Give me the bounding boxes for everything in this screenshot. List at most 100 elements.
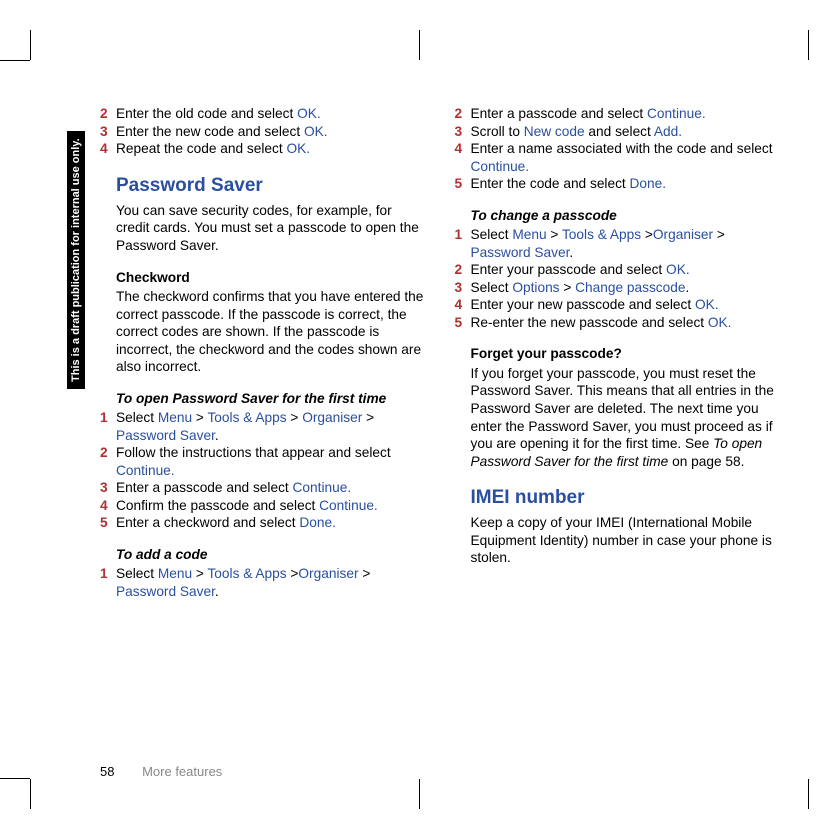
link-text: Done.: [630, 176, 667, 191]
step-number: 1: [100, 565, 116, 600]
crop-mark: [0, 60, 30, 61]
step-number: 2: [100, 444, 116, 479]
step-number: 2: [455, 105, 471, 123]
step-number: 4: [455, 140, 471, 175]
list-item: 1Select Menu > Tools & Apps > Organiser …: [100, 409, 425, 444]
link-text: Organiser: [298, 566, 358, 581]
list-item: 3Scroll to New code and select Add.: [455, 123, 780, 141]
list-item: 3Select Options > Change passcode.: [455, 279, 780, 297]
step-body: Select Menu > Tools & Apps >Organiser > …: [471, 226, 780, 261]
heading-checkword: Checkword: [100, 269, 425, 287]
step-number: 5: [455, 314, 471, 332]
step-body: Enter a checkword and select Done.: [116, 514, 425, 532]
link-text: Tools & Apps: [207, 566, 286, 581]
column-left: 2Enter the old code and select OK.3Enter…: [100, 105, 425, 749]
step-body: Enter the old code and select OK.: [116, 105, 425, 123]
link-text: Continue.: [319, 498, 378, 513]
page-number: 58: [100, 764, 138, 779]
link-text: Organiser: [302, 410, 362, 425]
step-body: Follow the instructions that appear and …: [116, 444, 425, 479]
list-item: 2Follow the instructions that appear and…: [100, 444, 425, 479]
page-footer: 58 More features: [100, 764, 222, 779]
list-item: 5Enter the code and select Done.: [455, 175, 780, 193]
step-body: Enter your new passcode and select OK.: [471, 296, 780, 314]
link-text: Change passcode: [575, 280, 685, 295]
list-item: 4Repeat the code and select OK.: [100, 140, 425, 158]
step-body: Enter the code and select Done.: [471, 175, 780, 193]
link-text: Password Saver: [471, 245, 570, 260]
list-item: 2Enter your passcode and select OK.: [455, 261, 780, 279]
step-body: Select Menu > Tools & Apps >Organiser > …: [116, 565, 425, 600]
link-text: Password Saver: [116, 584, 215, 599]
link-text: Add.: [654, 124, 682, 139]
step-body: Re-enter the new passcode and select OK.: [471, 314, 780, 332]
step-number: 1: [100, 409, 116, 444]
link-text: Tools & Apps: [207, 410, 286, 425]
step-number: 5: [455, 175, 471, 193]
link-text: OK.: [286, 141, 310, 156]
step-number: 4: [100, 497, 116, 515]
list-item: 5Enter a checkword and select Done.: [100, 514, 425, 532]
link-text: Done.: [299, 515, 336, 530]
link-text: Continue.: [471, 159, 530, 174]
step-number: 3: [455, 123, 471, 141]
crop-mark: [808, 30, 809, 60]
list-item: 1Select Menu > Tools & Apps >Organiser >…: [100, 565, 425, 600]
step-number: 3: [455, 279, 471, 297]
link-text: Continue.: [293, 480, 352, 495]
step-number: 2: [100, 105, 116, 123]
step-body: Enter a passcode and select Continue.: [471, 105, 780, 123]
step-body: Repeat the code and select OK.: [116, 140, 425, 158]
step-body: Select Options > Change passcode.: [471, 279, 780, 297]
link-text: Tools & Apps: [562, 227, 641, 242]
link-text: Menu: [158, 566, 192, 581]
link-text: Menu: [158, 410, 192, 425]
step-body: Confirm the passcode and select Continue…: [116, 497, 425, 515]
list-item: 4Enter a name associated with the code a…: [455, 140, 780, 175]
link-text: Continue.: [116, 463, 175, 478]
list-item: 5Re-enter the new passcode and select OK…: [455, 314, 780, 332]
list-item: 1Select Menu > Tools & Apps >Organiser >…: [455, 226, 780, 261]
crop-mark: [419, 30, 420, 60]
link-text: Password Saver: [116, 428, 215, 443]
draft-label: This is a draft publication for internal…: [67, 131, 85, 389]
heading-change-passcode: To change a passcode: [455, 207, 780, 225]
link-text: OK.: [695, 297, 719, 312]
list-item: 2Enter a passcode and select Continue.: [455, 105, 780, 123]
crop-mark: [30, 30, 31, 60]
section-name: More features: [142, 764, 222, 779]
link-text: OK.: [666, 262, 690, 277]
paragraph: Keep a copy of your IMEI (International …: [455, 514, 780, 567]
crop-mark: [419, 779, 420, 809]
paragraph: If you forget your passcode, you must re…: [455, 365, 780, 470]
step-number: 2: [455, 261, 471, 279]
step-body: Scroll to New code and select Add.: [471, 123, 780, 141]
link-text: Options: [512, 280, 559, 295]
crop-mark: [808, 779, 809, 809]
step-number: 3: [100, 123, 116, 141]
list-item: 3Enter the new code and select OK.: [100, 123, 425, 141]
heading-open-first: To open Password Saver for the first tim…: [100, 390, 425, 408]
step-number: 5: [100, 514, 116, 532]
step-body: Enter a name associated with the code an…: [471, 140, 780, 175]
step-body: Select Menu > Tools & Apps > Organiser >…: [116, 409, 425, 444]
link-text: OK.: [304, 124, 328, 139]
step-body: Enter a passcode and select Continue.: [116, 479, 425, 497]
step-number: 4: [100, 140, 116, 158]
list-item: 4Confirm the passcode and select Continu…: [100, 497, 425, 515]
step-body: Enter your passcode and select OK.: [471, 261, 780, 279]
link-text: Organiser: [653, 227, 713, 242]
crop-mark: [0, 778, 30, 779]
heading-forget-passcode: Forget your passcode?: [455, 345, 780, 363]
step-body: Enter the new code and select OK.: [116, 123, 425, 141]
link-text: OK.: [708, 315, 732, 330]
paragraph: You can save security codes, for example…: [100, 202, 425, 255]
heading-add-code: To add a code: [100, 546, 425, 564]
heading-imei: IMEI number: [455, 486, 780, 510]
link-text: OK.: [297, 106, 321, 121]
crop-mark: [30, 779, 31, 809]
heading-password-saver: Password Saver: [100, 174, 425, 198]
list-item: 4Enter your new passcode and select OK.: [455, 296, 780, 314]
link-text: Continue.: [647, 106, 706, 121]
step-number: 1: [455, 226, 471, 261]
